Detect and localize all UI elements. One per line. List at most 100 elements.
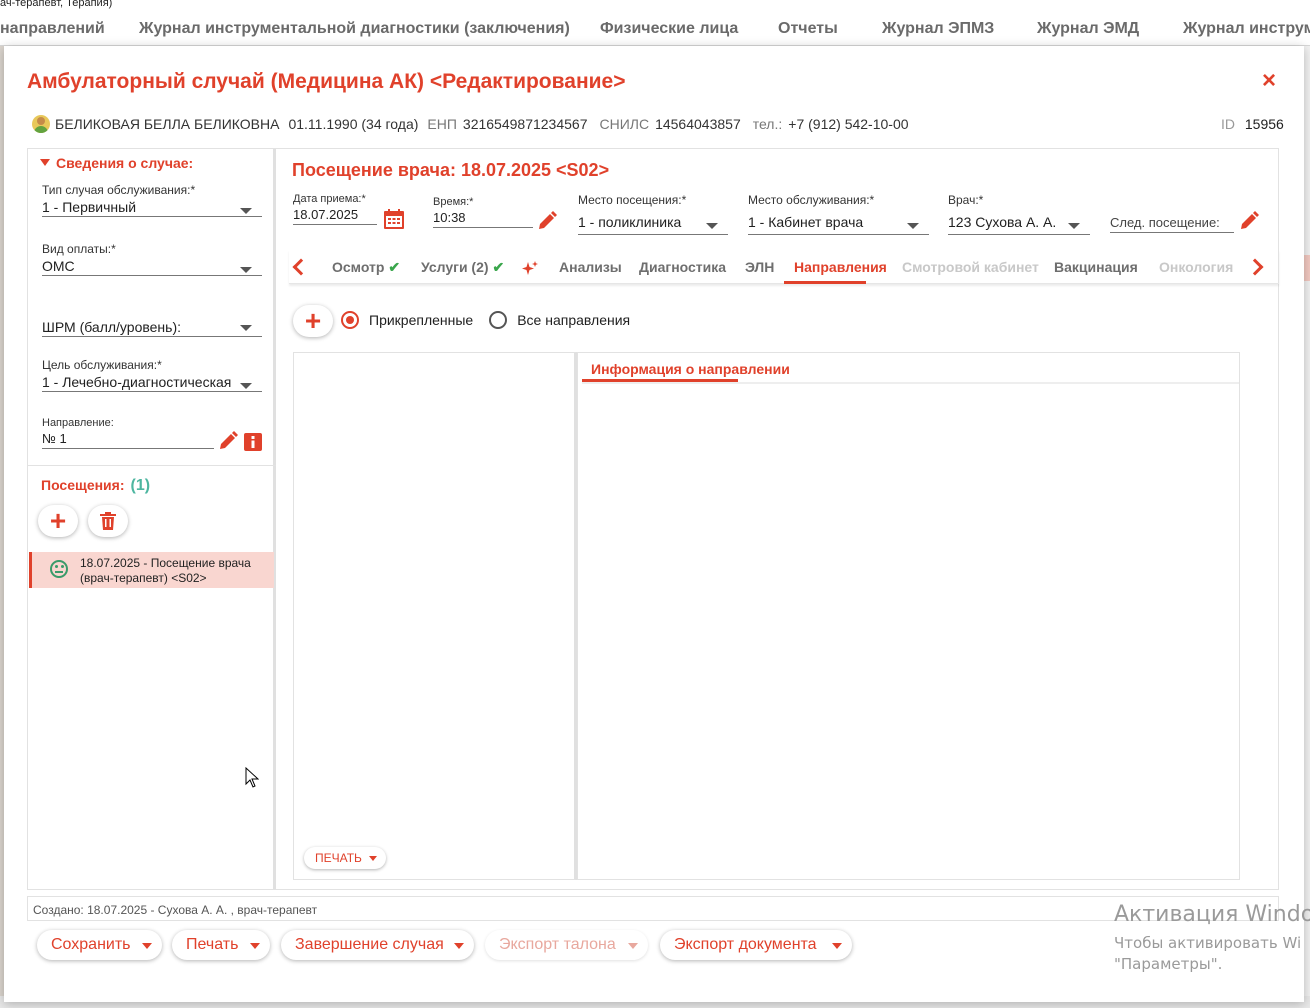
add-visit-button[interactable]: + [38, 505, 78, 537]
delete-visit-button[interactable] [88, 505, 128, 537]
save-button[interactable]: Сохранить [37, 930, 162, 960]
tab-analyses[interactable]: Анализы [559, 259, 622, 275]
add-referral-button[interactable]: + [293, 305, 333, 337]
id-label: ID [1221, 116, 1235, 132]
visit-tabs: Осмотр ✔ Услуги (2) ✔ Анализы Диагностик… [289, 250, 1279, 284]
pencil-icon[interactable] [218, 431, 238, 451]
finish-case-label: Завершение случая [295, 936, 444, 953]
payment-value: ОМС [42, 256, 262, 276]
doctor-select[interactable]: Врач:* 123 Сухова А. А. [948, 193, 1090, 235]
enp-label: ЕНП [427, 116, 457, 132]
nav-item-referrals[interactable]: направлений [0, 20, 105, 38]
payment-label: Вид оплаты:* [42, 242, 116, 256]
chevron-left-icon[interactable] [292, 258, 310, 276]
patient-name: БЕЛИКОВАЯ БЕЛЛА БЕЛИКОВНА [55, 116, 280, 132]
radio-attached-label[interactable]: Прикрепленные [369, 312, 473, 328]
info-icon[interactable] [244, 433, 262, 451]
nav-item-reports[interactable]: Отчеты [778, 20, 838, 38]
print-button[interactable]: Печать [172, 930, 270, 960]
patient-id: ID 15956 [1221, 116, 1284, 132]
tab-exam-room[interactable]: Смотровой кабинет [902, 259, 1039, 275]
radio-all-label[interactable]: Все направления [517, 312, 630, 328]
case-info-panel: Сведения о случае: Тип случая обслуживан… [28, 149, 276, 889]
service-type-label: Тип случая обслуживания:* [42, 183, 196, 197]
caret-down-icon [832, 943, 842, 949]
active-tab-underline [784, 281, 866, 284]
avatar-icon [32, 115, 50, 133]
case-info-header[interactable]: Сведения о случае: [40, 155, 193, 171]
tab-vaccination[interactable]: Вакцинация [1054, 259, 1138, 275]
radio-attached[interactable] [341, 311, 359, 329]
export-coupon-button[interactable]: Экспорт талона [485, 930, 648, 960]
referral-label: Направление: [42, 417, 114, 429]
mouse-cursor-icon [245, 767, 259, 788]
referral-value: № 1 [42, 429, 214, 449]
nav-item-epmz-journal[interactable]: Журнал ЭПМЗ [882, 20, 994, 38]
nav-item-instrumental-journal[interactable]: Журнал инструментальной диагностики (зак… [139, 20, 570, 38]
goal-label: Цель обслуживания:* [42, 358, 162, 372]
visit-place-select[interactable]: Место посещения:* 1 - поликлиника [578, 193, 728, 235]
id-value: 15956 [1244, 116, 1284, 132]
visit-date-value: 18.07.2025 [293, 205, 377, 225]
caret-down-icon [240, 325, 252, 331]
case-info-header-label: Сведения о случае: [56, 155, 194, 171]
background-breadcrumb: ач-терапевт, Терапия) [0, 0, 113, 9]
visit-time-label: Время:* [433, 196, 474, 208]
caret-down-icon [368, 856, 377, 861]
pencil-icon[interactable] [537, 211, 557, 231]
check-icon: ✔ [388, 259, 401, 275]
sparkle-icon[interactable] [522, 261, 538, 277]
payment-select[interactable]: Вид оплаты:* ОМС [42, 242, 262, 276]
watermark-line-2: Чтобы активировать Wi [1114, 934, 1302, 952]
print-referral-label: ПЕЧАТЬ [315, 851, 362, 865]
visit-time-field[interactable]: Время:* 10:38 [433, 196, 533, 228]
export-document-button[interactable]: Экспорт документа [660, 930, 852, 960]
nav-item-persons[interactable]: Физические лица [600, 20, 738, 38]
referral-list-pane: ПЕЧАТЬ [293, 352, 577, 880]
patient-dob: 01.11.1990 (34 года) [288, 116, 419, 132]
caret-down-icon [706, 223, 718, 229]
export-document-label: Экспорт документа [674, 936, 817, 953]
snils-value: 14564043857 [655, 116, 741, 132]
visit-date-field[interactable]: Дата приема:* 18.07.2025 [293, 193, 377, 225]
doctor-label: Врач:* [948, 193, 984, 207]
caret-down-icon [240, 267, 252, 273]
pencil-icon[interactable] [1239, 211, 1259, 231]
export-coupon-label: Экспорт талона [499, 936, 616, 953]
nav-item-instrumental-2[interactable]: Журнал инструм [1183, 20, 1310, 38]
print-referral-button[interactable]: ПЕЧАТЬ [304, 847, 386, 869]
next-visit-field[interactable]: След. посещение: [1110, 213, 1234, 233]
caret-down-icon [142, 943, 152, 949]
phone-value: +7 (912) 542-10-00 [788, 116, 909, 132]
background-top-nav: ач-терапевт, Терапия) направлений Журнал… [0, 0, 1310, 46]
service-type-value: 1 - Первичный [42, 197, 262, 217]
referral-field[interactable]: Направление: № 1 [42, 417, 214, 449]
tab-services[interactable]: Услуги (2) ✔ [421, 259, 504, 276]
goal-select[interactable]: Цель обслуживания:* 1 - Лечебно-диагност… [42, 358, 262, 392]
goal-value: 1 - Лечебно-диагностическая [42, 372, 262, 392]
caret-down-icon [628, 943, 638, 949]
tab-examination[interactable]: Осмотр ✔ [332, 259, 400, 276]
visit-list-item[interactable]: 18.07.2025 - Посещение врача (врач-терап… [29, 552, 274, 588]
tab-referral-info[interactable]: Информация о направлении [591, 361, 790, 377]
dialog-title: Амбулаторный случай (Медицина АК) <Редак… [27, 70, 626, 93]
caret-down-icon [454, 943, 464, 949]
visit-place-label: Место посещения:* [578, 193, 687, 207]
tab-referrals[interactable]: Направления [794, 259, 887, 275]
calendar-icon[interactable] [384, 209, 404, 229]
tab-oncology[interactable]: Онкология [1159, 259, 1233, 275]
smiley-icon [50, 560, 68, 578]
service-place-value: 1 - Кабинет врача [748, 211, 929, 235]
close-icon[interactable]: × [1262, 69, 1276, 93]
finish-case-button[interactable]: Завершение случая [281, 930, 474, 960]
tab-eln[interactable]: ЭЛН [745, 259, 774, 275]
plus-icon: + [49, 505, 67, 536]
patient-info-row: БЕЛИКОВАЯ БЕЛЛА БЕЛИКОВНА 01.11.1990 (34… [32, 114, 921, 134]
nav-item-emd-journal[interactable]: Журнал ЭМД [1037, 20, 1139, 38]
chevron-right-icon[interactable] [1246, 258, 1264, 276]
radio-all[interactable] [489, 311, 508, 329]
service-place-select[interactable]: Место обслуживания:* 1 - Кабинет врача [748, 193, 929, 235]
service-type-select[interactable]: Тип случая обслуживания:* 1 - Первичный [42, 183, 262, 217]
tab-diagnostics[interactable]: Диагностика [639, 259, 726, 275]
shrm-select[interactable]: ШРМ (балл/уровень): [42, 317, 262, 337]
